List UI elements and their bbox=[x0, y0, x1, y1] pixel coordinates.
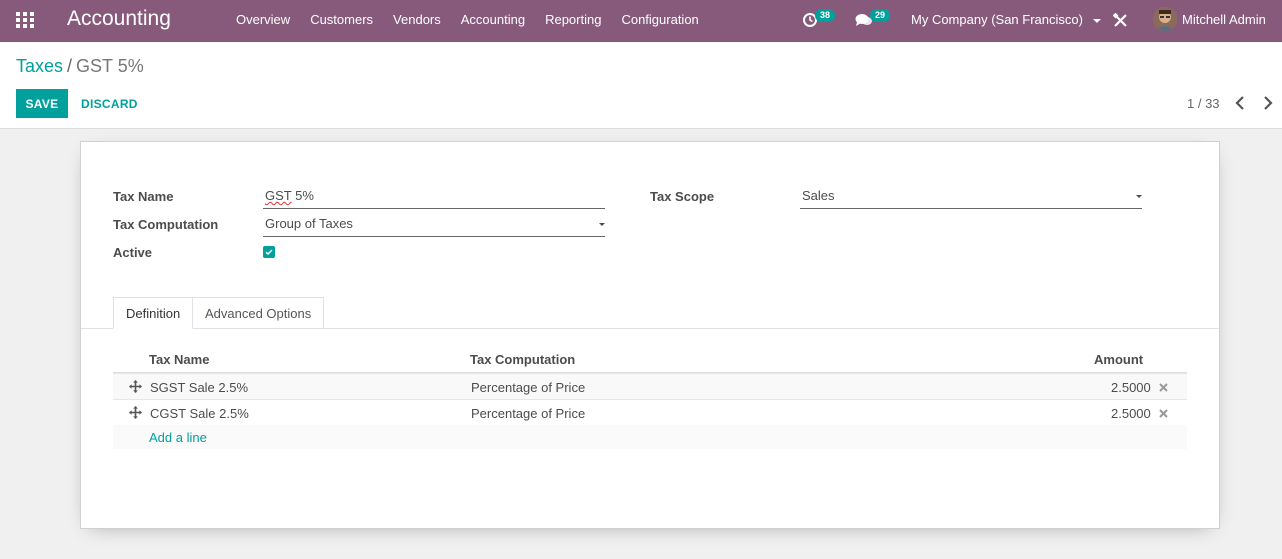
control-panel: Taxes / GST 5% SAVE DISCARD 1 / 33 bbox=[0, 42, 1282, 129]
tab-definition[interactable]: Definition bbox=[113, 297, 194, 329]
caret-down-icon bbox=[1136, 195, 1142, 198]
breadcrumb-current: GST 5% bbox=[76, 56, 144, 76]
breadcrumb-separator: / bbox=[67, 56, 73, 76]
debug-tools-icon[interactable] bbox=[1113, 13, 1128, 28]
row-tax-computation[interactable]: Percentage of Price bbox=[471, 406, 585, 421]
table-header: Tax Name Tax Computation Amount bbox=[113, 343, 1187, 373]
breadcrumb-taxes-link[interactable]: Taxes bbox=[16, 56, 63, 76]
tax-name-label: Tax Name bbox=[113, 189, 174, 204]
apps-grid-icon[interactable] bbox=[16, 12, 34, 28]
user-menu[interactable]: Mitchell Admin bbox=[1182, 12, 1266, 27]
menu-item-overview[interactable]: Overview bbox=[226, 0, 300, 42]
form-sheet: Tax Name GST 5% Tax Computation Group of… bbox=[80, 141, 1220, 529]
drag-handle-icon[interactable] bbox=[129, 406, 142, 419]
company-switcher[interactable]: My Company (San Francisco) bbox=[911, 12, 1101, 27]
tab-advanced-options[interactable]: Advanced Options bbox=[193, 297, 325, 329]
tax-name-value-suffix: 5% bbox=[291, 188, 314, 203]
tax-name-input[interactable]: GST 5% bbox=[263, 187, 605, 209]
tax-computation-select[interactable]: Group of Taxes bbox=[263, 215, 605, 237]
main-menu: Overview Customers Vendors Accounting Re… bbox=[226, 0, 709, 42]
discard-button[interactable]: DISCARD bbox=[73, 89, 146, 118]
table-row[interactable]: SGST Sale 2.5% Percentage of Price 2.500… bbox=[113, 373, 1187, 399]
delete-row-icon[interactable] bbox=[1159, 383, 1168, 392]
tax-computation-value: Group of Taxes bbox=[265, 216, 353, 231]
save-button[interactable]: SAVE bbox=[16, 89, 68, 118]
add-a-line-link[interactable]: Add a line bbox=[149, 430, 207, 445]
checkmark-icon bbox=[265, 249, 273, 256]
tax-scope-label: Tax Scope bbox=[650, 189, 715, 204]
tax-computation-label: Tax Computation bbox=[113, 217, 219, 232]
tax-scope-select[interactable]: Sales bbox=[800, 187, 1142, 209]
column-header-tax-computation[interactable]: Tax Computation bbox=[470, 352, 575, 367]
menu-item-reporting[interactable]: Reporting bbox=[535, 0, 611, 42]
table-row[interactable]: CGST Sale 2.5% Percentage of Price 2.500… bbox=[113, 399, 1187, 425]
user-avatar[interactable] bbox=[1153, 7, 1177, 31]
row-amount[interactable]: 2.5000 bbox=[1111, 380, 1151, 395]
drag-handle-icon[interactable] bbox=[129, 380, 142, 393]
active-label: Active bbox=[113, 245, 153, 260]
chevron-left-icon bbox=[1235, 96, 1244, 110]
chevron-right-icon bbox=[1264, 96, 1273, 110]
caret-down-icon bbox=[599, 223, 605, 226]
column-header-tax-name[interactable]: Tax Name bbox=[149, 352, 209, 367]
avatar-image-icon bbox=[1153, 7, 1177, 31]
active-checkbox[interactable] bbox=[263, 246, 275, 258]
tax-name-value: GST bbox=[265, 188, 292, 203]
messages-count-badge: 29 bbox=[870, 9, 891, 22]
pager-value[interactable]: 1 / 33 bbox=[1187, 96, 1220, 111]
tax-scope-value: Sales bbox=[802, 188, 835, 203]
company-name: My Company (San Francisco) bbox=[911, 12, 1083, 27]
pager-previous-button[interactable] bbox=[1233, 94, 1249, 112]
row-amount[interactable]: 2.5000 bbox=[1111, 406, 1151, 421]
column-header-amount[interactable]: Amount bbox=[1094, 352, 1143, 367]
add-line-row: Add a line bbox=[113, 425, 1187, 449]
caret-down-icon bbox=[1092, 18, 1101, 23]
pager-next-button[interactable] bbox=[1261, 94, 1277, 112]
menu-item-accounting[interactable]: Accounting bbox=[451, 0, 535, 42]
activity-menu[interactable]: 38 bbox=[802, 0, 838, 42]
menu-item-customers[interactable]: Customers bbox=[300, 0, 383, 42]
delete-row-icon[interactable] bbox=[1159, 409, 1168, 418]
activity-count-badge: 38 bbox=[815, 9, 836, 22]
row-tax-computation[interactable]: Percentage of Price bbox=[471, 380, 585, 395]
app-title[interactable]: Accounting bbox=[67, 7, 171, 31]
breadcrumb: Taxes / GST 5% bbox=[16, 56, 144, 77]
messages-menu[interactable]: 29 bbox=[855, 0, 891, 42]
menu-item-configuration[interactable]: Configuration bbox=[611, 0, 708, 42]
top-navbar: Accounting Overview Customers Vendors Ac… bbox=[0, 0, 1282, 42]
row-tax-name[interactable]: CGST Sale 2.5% bbox=[150, 406, 249, 421]
row-tax-name[interactable]: SGST Sale 2.5% bbox=[150, 380, 248, 395]
menu-item-vendors[interactable]: Vendors bbox=[383, 0, 451, 42]
